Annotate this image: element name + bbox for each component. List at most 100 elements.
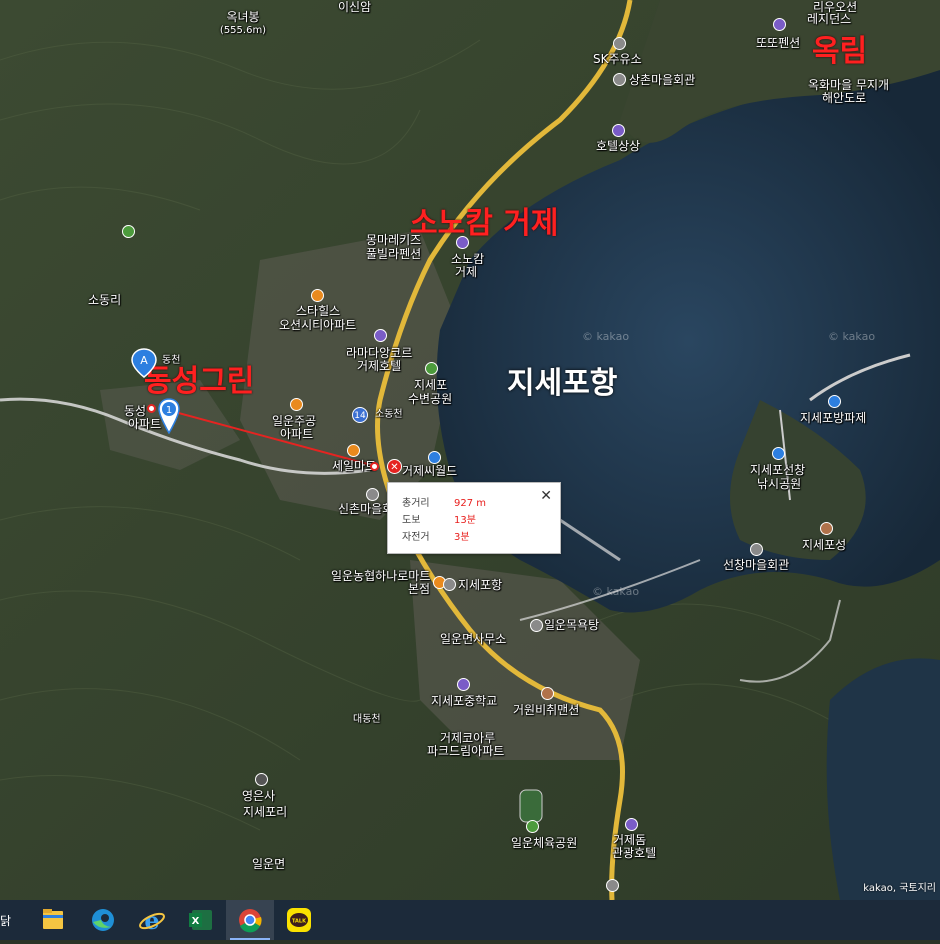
- place-label[interactable]: 낚시공원: [757, 477, 801, 491]
- place-label[interactable]: 일운목욕탕: [544, 618, 599, 632]
- place-label[interactable]: 지세포성: [802, 538, 846, 552]
- route-delete-icon[interactable]: ✕: [387, 459, 402, 474]
- gas-station-icon[interactable]: [613, 37, 626, 50]
- port-icon[interactable]: [828, 395, 841, 408]
- route-end-dot[interactable]: [370, 462, 379, 471]
- walk-time-row: 도보 13분: [402, 511, 476, 526]
- place-pin-icon[interactable]: [366, 488, 379, 501]
- place-label[interactable]: 또또펜션: [756, 36, 800, 50]
- svg-text:A: A: [140, 354, 148, 367]
- place-pin-icon[interactable]: [606, 879, 619, 892]
- hotel-icon[interactable]: [456, 236, 469, 249]
- svg-text:TALK: TALK: [292, 919, 307, 925]
- apartment-icon[interactable]: [311, 289, 324, 302]
- chrome-icon[interactable]: [226, 900, 274, 940]
- bath-icon[interactable]: [530, 619, 543, 632]
- place-label[interactable]: 옥화마을 무지개: [808, 78, 889, 92]
- fishing-icon[interactable]: [772, 447, 785, 460]
- place-label[interactable]: 수변공원: [408, 392, 452, 406]
- place-label[interactable]: 거제돔: [613, 833, 646, 847]
- place-label: (555.6m): [219, 25, 267, 36]
- place-label[interactable]: 지세포리: [243, 805, 287, 819]
- place-label[interactable]: 스타힐스: [296, 304, 340, 318]
- place-label[interactable]: 아파트: [280, 427, 313, 441]
- place-label[interactable]: 거제호텔: [357, 359, 401, 373]
- taskbar: 닭 e X TALK: [0, 900, 940, 940]
- kakao-watermark: © kakao: [828, 330, 876, 343]
- hotel-icon[interactable]: [625, 818, 638, 831]
- place-pin-icon[interactable]: [541, 687, 554, 700]
- place-label[interactable]: 거제씨월드: [402, 464, 457, 478]
- place-label[interactable]: 풀빌라펜션: [366, 247, 421, 261]
- place-label[interactable]: 이신암: [338, 0, 371, 14]
- place-label[interactable]: 일운면사무소: [440, 632, 506, 646]
- place-label[interactable]: 지세포선창: [750, 463, 805, 477]
- hotel-icon[interactable]: [374, 329, 387, 342]
- start-marker-a-icon[interactable]: A: [131, 348, 157, 378]
- excel-icon[interactable]: X: [177, 900, 225, 940]
- place-label[interactable]: 지세포: [414, 378, 447, 392]
- temple-icon[interactable]: [255, 773, 268, 786]
- park-icon[interactable]: [425, 362, 438, 375]
- place-label[interactable]: 상촌마을회관: [629, 73, 695, 87]
- place-label[interactable]: 아파트: [128, 417, 161, 431]
- place-label[interactable]: 소동리: [88, 293, 121, 307]
- place-label[interactable]: 선창마을회관: [723, 558, 789, 572]
- route-start-dot[interactable]: [147, 404, 156, 413]
- landmark-icon[interactable]: [820, 522, 833, 535]
- place-label[interactable]: 지세포방파제: [800, 411, 866, 425]
- place-label[interactable]: 본점: [408, 582, 430, 596]
- park-icon[interactable]: [122, 225, 135, 238]
- place-label[interactable]: 일운면: [252, 857, 285, 871]
- bike-value: 3분: [454, 532, 470, 543]
- place-label[interactable]: 몽마레키즈: [366, 233, 421, 247]
- file-explorer-icon[interactable]: [29, 900, 77, 940]
- place-label[interactable]: 거제: [455, 265, 477, 279]
- place-label[interactable]: 레지던스: [807, 12, 851, 26]
- place-pin-icon[interactable]: [443, 578, 456, 591]
- mart-icon[interactable]: [347, 444, 360, 457]
- place-label[interactable]: 거제코아루: [440, 731, 495, 745]
- place-label: 동천: [162, 355, 181, 366]
- place-pin-icon[interactable]: [750, 543, 763, 556]
- place-label[interactable]: 일운체육공원: [511, 836, 577, 850]
- place-label[interactable]: 지세포항: [458, 578, 502, 592]
- hotel-icon[interactable]: [612, 124, 625, 137]
- map-view[interactable]: © kakao © kakao © kakao 동성그린 소노캄 거제 옥림 지…: [0, 0, 940, 900]
- place-label[interactable]: 지세포중학교: [431, 694, 497, 708]
- distance-label: 총거리: [402, 498, 430, 509]
- place-label[interactable]: 소노캄: [451, 252, 484, 266]
- place-label[interactable]: 거원비취맨션: [513, 703, 579, 717]
- map-attribution: kakao, 국토지리: [863, 883, 936, 894]
- aquarium-icon[interactable]: [428, 451, 441, 464]
- place-pin-icon[interactable]: [613, 73, 626, 86]
- place-label[interactable]: 일운농협하나로마트: [331, 569, 430, 583]
- place-pin-icon[interactable]: [773, 18, 786, 31]
- park-icon[interactable]: [526, 820, 539, 833]
- place-label[interactable]: 일운주공: [272, 414, 316, 428]
- place-label[interactable]: 라마다앙코르: [346, 346, 412, 360]
- kakao-watermark: © kakao: [582, 330, 630, 343]
- close-icon[interactable]: ✕: [540, 488, 552, 504]
- place-label[interactable]: 파크드림아파트: [427, 744, 504, 758]
- apartment-icon[interactable]: [290, 398, 303, 411]
- place-label[interactable]: 동성: [124, 404, 146, 418]
- place-label[interactable]: 관광호텔: [612, 846, 656, 860]
- edge-icon[interactable]: [79, 900, 127, 940]
- place-label: 대동천: [353, 714, 381, 725]
- place-label[interactable]: 해안도로: [822, 91, 866, 105]
- place-label[interactable]: 옥녀봉: [226, 10, 259, 24]
- place-label[interactable]: 영은사: [242, 789, 275, 803]
- place-label[interactable]: 오션시티아파트: [279, 318, 356, 332]
- school-icon[interactable]: [457, 678, 470, 691]
- place-label: 소동천: [375, 409, 403, 420]
- waypoint-marker-1-icon[interactable]: 1: [158, 398, 180, 434]
- place-label[interactable]: 호텔상상: [596, 139, 640, 153]
- internet-explorer-icon[interactable]: e: [128, 900, 176, 940]
- kakaotalk-icon[interactable]: TALK: [275, 900, 323, 940]
- walk-label: 도보: [402, 515, 421, 526]
- satellite-imagery: [0, 0, 940, 900]
- distance-value: 927 m: [454, 498, 487, 509]
- place-label[interactable]: SK주유소: [593, 52, 642, 66]
- walk-value: 13분: [454, 515, 476, 526]
